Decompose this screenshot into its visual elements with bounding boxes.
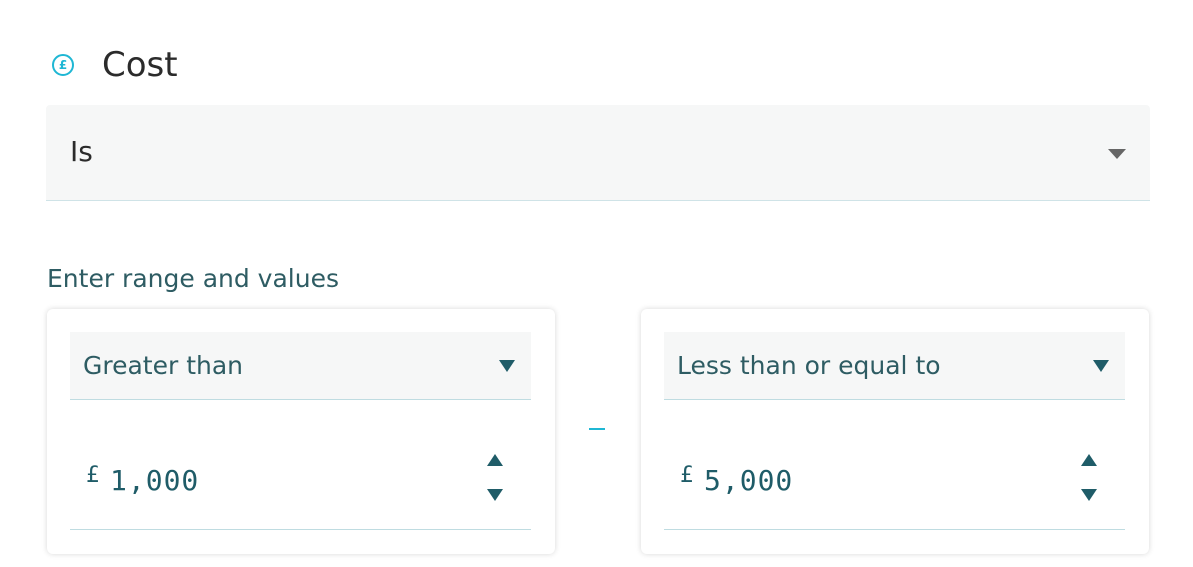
decrement-arrow-icon[interactable] <box>1081 489 1097 501</box>
increment-arrow-icon[interactable] <box>487 454 503 466</box>
upper-operator-value: Less than or equal to <box>677 351 941 380</box>
lower-bound-card: Greater than £ 1,000 <box>47 309 555 554</box>
caret-down-icon <box>1093 360 1109 372</box>
condition-select-value: Is <box>70 135 93 168</box>
filter-title: Cost <box>102 45 178 85</box>
lower-operator-value: Greater than <box>83 351 244 380</box>
filter-header: £ Cost <box>52 44 178 86</box>
currency-symbol: £ <box>86 463 100 488</box>
caret-down-icon <box>499 360 515 372</box>
lower-operator-select[interactable]: Greater than <box>70 332 531 400</box>
range-label: Enter range and values <box>47 264 339 293</box>
upper-bound-card: Less than or equal to £ 5,000 <box>641 309 1149 554</box>
upper-value-input[interactable]: £ 5,000 <box>664 413 1125 530</box>
lower-value: 1,000 <box>110 464 200 497</box>
range-separator <box>589 428 605 430</box>
caret-down-icon <box>1108 149 1126 159</box>
decrement-arrow-icon[interactable] <box>487 489 503 501</box>
upper-operator-select[interactable]: Less than or equal to <box>664 332 1125 400</box>
condition-select[interactable]: Is <box>46 105 1150 201</box>
currency-symbol: £ <box>680 463 694 488</box>
lower-value-input[interactable]: £ 1,000 <box>70 413 531 530</box>
upper-value: 5,000 <box>704 464 794 497</box>
pound-coin-icon: £ <box>52 54 74 76</box>
increment-arrow-icon[interactable] <box>1081 454 1097 466</box>
